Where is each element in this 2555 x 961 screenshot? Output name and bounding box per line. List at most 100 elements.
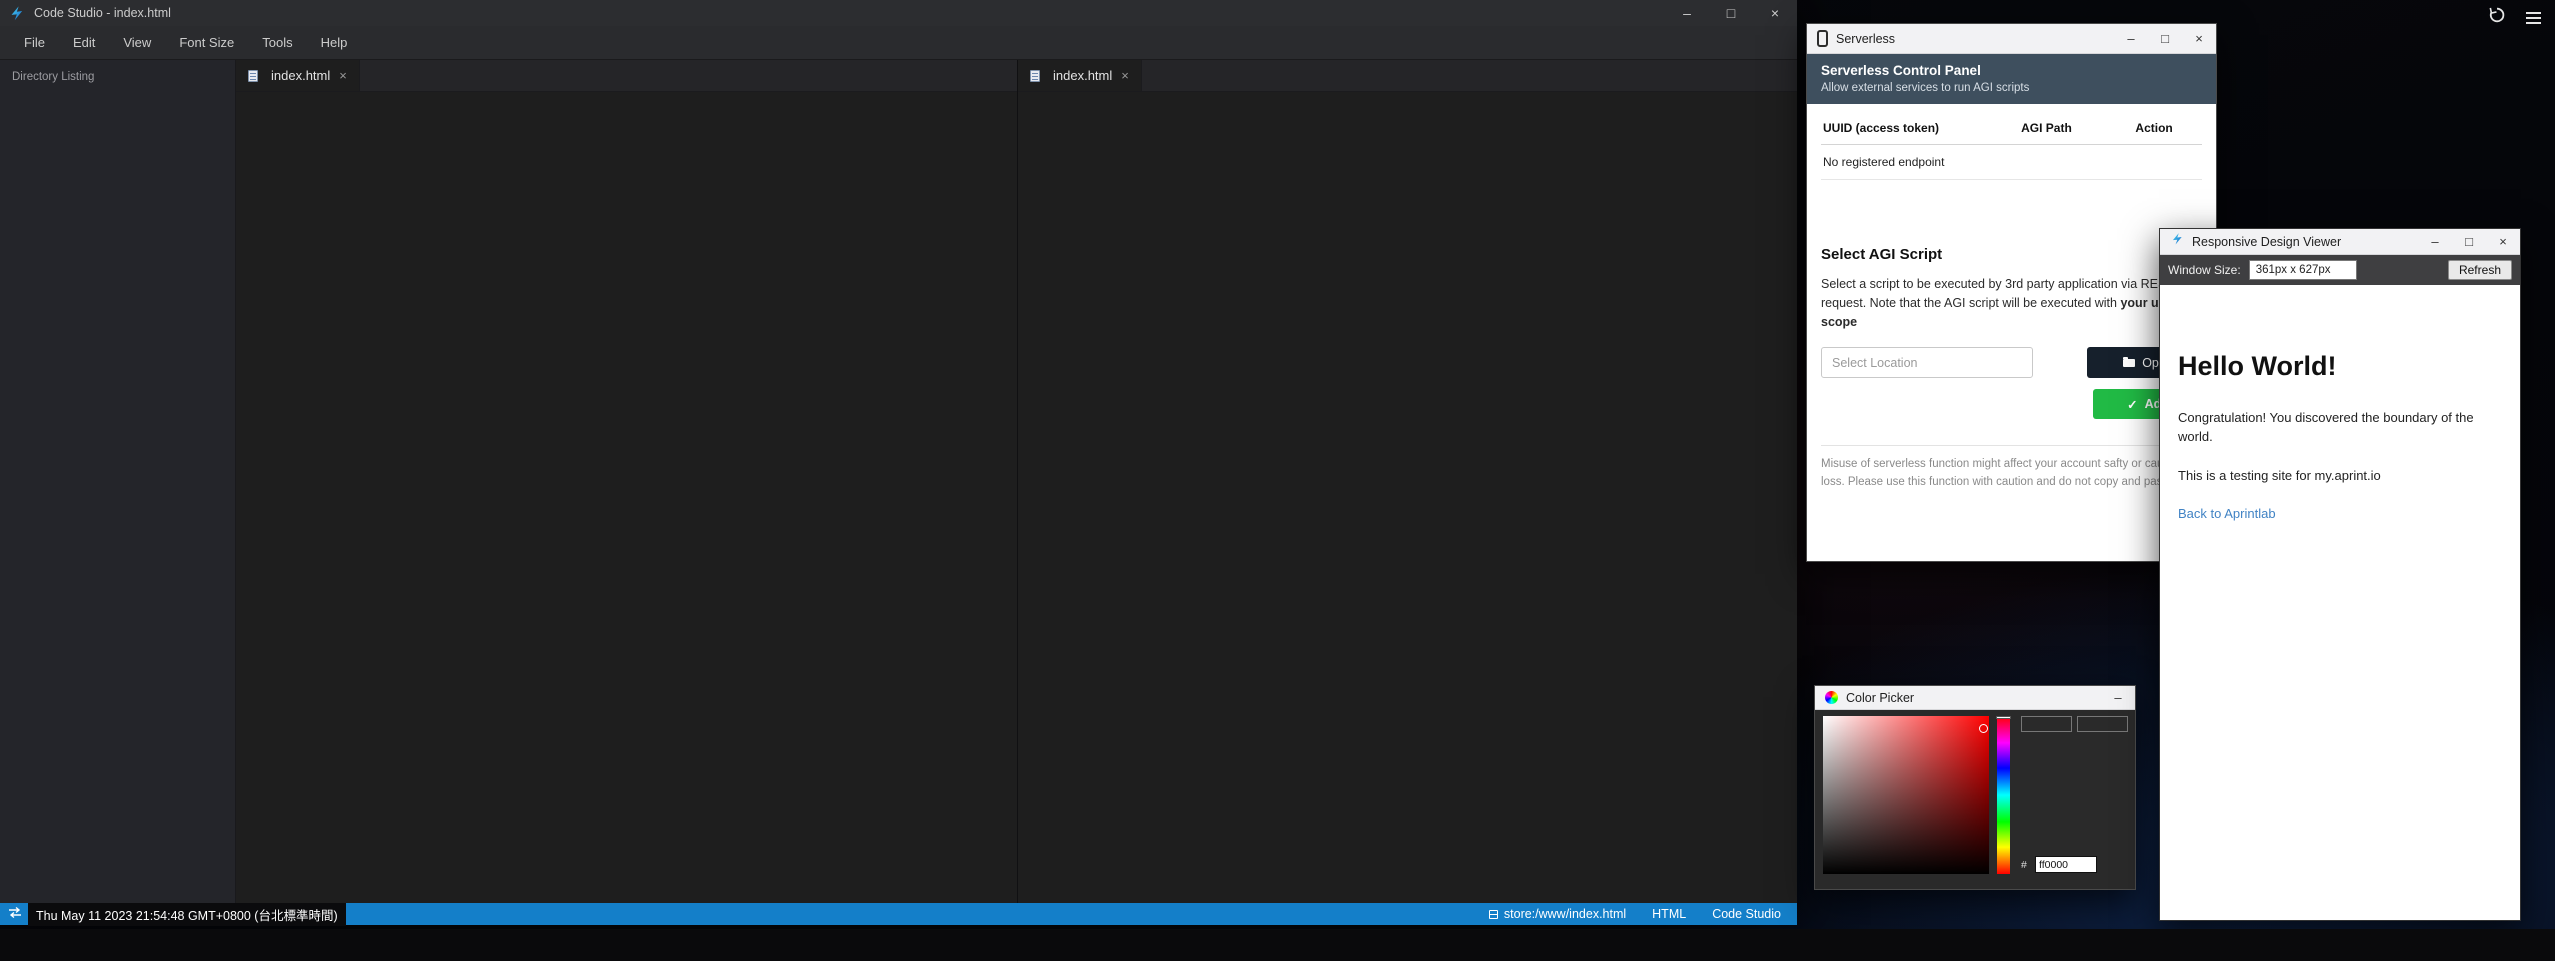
window-title: Color Picker	[1846, 691, 1914, 705]
current-color-swatch[interactable]	[2021, 716, 2072, 732]
close-icon[interactable]: ×	[339, 68, 347, 83]
divider	[1821, 445, 2202, 446]
sidebar: Directory Listing	[0, 60, 236, 903]
editor-group: index.html ×	[236, 60, 1797, 903]
responsive-viewer-window: Responsive Design Viewer – □ × Window Si…	[2159, 228, 2521, 921]
title-bar[interactable]: Responsive Design Viewer – □ ×	[2160, 229, 2520, 255]
app-logo-icon	[8, 4, 26, 22]
menu-icon[interactable]	[2526, 12, 2541, 24]
code-studio-window: Code Studio - index.html – □ × FileEditV…	[0, 0, 1797, 925]
datetime-text: Thu May 11 2023 21:54:48 GMT+0800 (台北標準時…	[36, 909, 338, 923]
workbench: Directory Listing index.html ×	[0, 60, 1797, 903]
desktop: Code Studio - index.html – □ × FileEditV…	[0, 0, 2555, 961]
page-heading: Hello World!	[2178, 349, 2502, 383]
window-controls: – □ ×	[2114, 24, 2216, 53]
serverless-window: Serverless – □ × Serverless Control Pane…	[1806, 23, 2217, 562]
remote-sync-icon[interactable]	[8, 906, 22, 922]
file-icon	[248, 70, 258, 82]
code-editor[interactable]	[1018, 92, 1797, 903]
window-controls: –	[2101, 686, 2135, 709]
minimize-button[interactable]: –	[2101, 686, 2135, 709]
preview-page: Hello World! Congratulation! You discove…	[2160, 285, 2520, 920]
menu-edit[interactable]: Edit	[59, 26, 109, 60]
location-input[interactable]	[1821, 347, 2033, 378]
maximize-button[interactable]: □	[2148, 24, 2182, 53]
restore-button[interactable]: □	[1709, 0, 1753, 26]
new-color-swatch[interactable]	[2077, 716, 2128, 732]
page-link[interactable]: Back to Aprintlab	[2178, 506, 2276, 521]
file-icon	[1030, 70, 1040, 82]
minimize-button[interactable]: –	[1665, 0, 1709, 26]
maximize-button[interactable]: □	[2452, 229, 2486, 254]
editor-pane-2: index.html ×	[1018, 60, 1797, 903]
app-name: Code Studio	[1712, 907, 1781, 921]
viewer-logo-icon	[2170, 232, 2184, 251]
file-path-text: store:/www/index.html	[1504, 907, 1626, 921]
tab-label: index.html	[1053, 68, 1112, 83]
window-controls: – □ ×	[1665, 0, 1797, 26]
hex-input[interactable]	[2035, 856, 2097, 873]
desktop-status-icons	[2488, 6, 2541, 29]
color-picker-body: #	[1815, 710, 2135, 889]
empty-message: No registered endpoint	[1821, 145, 1946, 179]
color-picker-window: Color Picker – #	[1814, 685, 2136, 890]
window-title: Responsive Design Viewer	[2192, 235, 2341, 249]
window-title: Code Studio - index.html	[34, 6, 171, 20]
language-mode[interactable]: HTML	[1652, 907, 1686, 921]
saturation-value-area[interactable]	[1823, 716, 1989, 874]
tab-bar: index.html ×	[1018, 60, 1797, 92]
refresh-icon[interactable]	[2488, 6, 2506, 29]
close-icon[interactable]: ×	[1121, 68, 1129, 83]
hue-thumb[interactable]	[1996, 716, 2011, 719]
panel-subtitle: Allow external services to run AGI scrip…	[1821, 82, 2202, 94]
title-bar[interactable]: Serverless – □ ×	[1807, 24, 2216, 54]
status-bar: Thu May 11 2023 21:54:48 GMT+0800 (台北標準時…	[0, 903, 1797, 925]
title-bar[interactable]: Color Picker –	[1815, 686, 2135, 710]
hue-slider[interactable]	[1997, 716, 2010, 874]
menu-font-size[interactable]: Font Size	[165, 26, 248, 60]
close-button[interactable]: ×	[2486, 229, 2520, 254]
close-button[interactable]: ×	[2182, 24, 2216, 53]
editor-pane-1: index.html ×	[236, 60, 1018, 903]
tab-index-html[interactable]: index.html ×	[1018, 60, 1142, 91]
sv-cursor[interactable]	[1979, 724, 1988, 733]
hex-label: #	[2021, 859, 2031, 871]
menu-view[interactable]: View	[109, 26, 165, 60]
color-swatches	[2021, 716, 2128, 732]
menu-tools[interactable]: Tools	[248, 26, 306, 60]
sidebar-header: Directory Listing	[0, 60, 235, 93]
close-button[interactable]: ×	[1753, 0, 1797, 26]
page-paragraph: Congratulation! You discovered the bound…	[2178, 409, 2502, 447]
serverless-panel-header: Serverless Control Panel Allow external …	[1807, 54, 2216, 104]
section-title: Select AGI Script	[1821, 246, 2202, 263]
minimize-button[interactable]: –	[2418, 229, 2452, 254]
window-controls: – □ ×	[2418, 229, 2520, 254]
datetime-chip[interactable]: Thu May 11 2023 21:54:48 GMT+0800 (台北標準時…	[28, 903, 346, 926]
minimize-button[interactable]: –	[2114, 24, 2148, 53]
phone-icon	[1817, 30, 1828, 47]
window-size-label: Window Size:	[2168, 263, 2241, 277]
refresh-button[interactable]: Refresh	[2448, 260, 2512, 280]
table-header-row: UUID (access token) AGI Path Action	[1821, 112, 2202, 145]
folder-icon	[2123, 359, 2135, 367]
panel-title: Serverless Control Panel	[1821, 63, 2202, 78]
menu-bar: FileEditViewFont SizeToolsHelp	[0, 26, 1797, 60]
menu-help[interactable]: Help	[307, 26, 362, 60]
title-bar[interactable]: Code Studio - index.html – □ ×	[0, 0, 1797, 26]
viewer-toolbar: Window Size: Refresh	[2160, 255, 2520, 285]
tab-index-html[interactable]: index.html ×	[236, 60, 360, 91]
check-icon: ✓	[2127, 397, 2137, 412]
file-path-item[interactable]: store:/www/index.html	[1489, 907, 1626, 921]
column-header: UUID (access token)	[1821, 112, 2019, 144]
page-paragraph: This is a testing site for my.aprint.io	[2178, 467, 2502, 486]
code-editor[interactable]	[236, 92, 1017, 903]
warning-text: Misuse of serverless function might affe…	[1821, 456, 2202, 491]
tab-label: index.html	[271, 68, 330, 83]
endpoint-table: UUID (access token) AGI Path Action No r…	[1821, 112, 2202, 180]
menu-file[interactable]: File	[10, 26, 59, 60]
hex-row: #	[2021, 856, 2097, 873]
column-header: Action	[2133, 112, 2202, 144]
table-row: No registered endpoint	[1821, 145, 2202, 180]
color-wheel-icon	[1825, 691, 1838, 704]
window-size-input[interactable]	[2249, 260, 2357, 280]
